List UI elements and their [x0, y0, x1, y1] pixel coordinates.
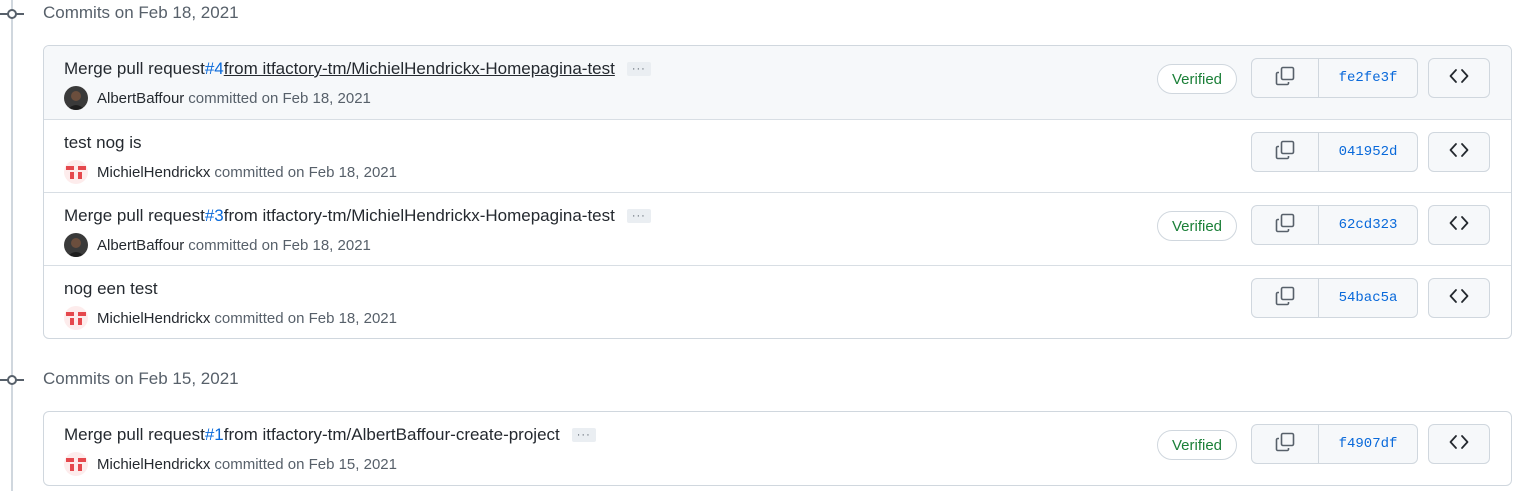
commit-author[interactable]: MichielHendrickx: [97, 456, 210, 473]
pull-request-link[interactable]: #3: [205, 206, 224, 226]
code-icon: [1449, 288, 1469, 309]
commit-group-title: Commits on Feb 15, 2021: [43, 369, 239, 388]
commit-group-title: Commits on Feb 18, 2021: [43, 3, 239, 22]
browse-repo-button[interactable]: [1428, 205, 1490, 245]
browse-repo-button[interactable]: [1428, 278, 1490, 318]
commit-title[interactable]: nog een test: [64, 279, 158, 299]
git-commit-icon: [0, 373, 24, 387]
commit-author[interactable]: AlbertBaffour: [97, 90, 184, 107]
copy-icon: [1275, 140, 1295, 165]
browse-repo-button[interactable]: [1428, 132, 1490, 172]
commit-author[interactable]: MichielHendrickx: [97, 164, 210, 181]
commit-title[interactable]: Merge pull request #1 from itfactory-tm/…: [64, 425, 596, 445]
commit-meta: AlbertBaffour committed on Feb 18, 2021: [64, 233, 371, 257]
copy-sha-button[interactable]: [1252, 133, 1319, 171]
verified-badge[interactable]: Verified: [1157, 64, 1237, 94]
ellipsis-icon[interactable]: ···: [626, 62, 651, 76]
commit-meta: MichielHendrickx committed on Feb 15, 20…: [64, 452, 397, 476]
code-icon: [1449, 215, 1469, 236]
commit-title[interactable]: Merge pull request #4 from itfactory-tm/…: [64, 59, 651, 79]
commit-title[interactable]: Merge pull request #3 from itfactory-tm/…: [64, 206, 651, 226]
commit-row: nog een test MichielHendrickx committed …: [44, 265, 1511, 338]
commit-meta: AlbertBaffour committed on Feb 18, 2021: [64, 86, 371, 110]
commit-date: committed on Feb 18, 2021: [188, 236, 371, 254]
copy-icon: [1275, 432, 1295, 457]
commit-sha-group: fe2fe3f: [1251, 58, 1418, 98]
avatar[interactable]: [64, 233, 88, 257]
commit-title-suffix[interactable]: from itfactory-tm/MichielHendrickx-Homep…: [224, 206, 615, 226]
commit-sha-group: 62cd323: [1251, 205, 1418, 245]
commit-title-prefix[interactable]: Merge pull request: [64, 59, 205, 79]
git-commit-icon: [0, 7, 24, 21]
commit-sha-link[interactable]: f4907df: [1319, 425, 1417, 463]
commit-timeline-line: [11, 0, 13, 491]
commit-sha-link[interactable]: fe2fe3f: [1319, 59, 1417, 97]
pull-request-link[interactable]: #1: [205, 425, 224, 445]
copy-sha-button[interactable]: [1252, 59, 1319, 97]
copy-icon: [1275, 286, 1295, 311]
copy-sha-button[interactable]: [1252, 425, 1319, 463]
commit-sha-link[interactable]: 041952d: [1319, 133, 1417, 171]
commit-title-prefix[interactable]: Merge pull request: [64, 425, 205, 445]
avatar[interactable]: [64, 452, 88, 476]
commit-title-suffix[interactable]: from itfactory-tm/AlbertBaffour-create-p…: [224, 425, 560, 445]
commit-date: committed on Feb 15, 2021: [214, 455, 397, 473]
code-icon: [1449, 142, 1469, 163]
commit-row: Merge pull request #4 from itfactory-tm/…: [44, 46, 1511, 119]
code-icon: [1449, 434, 1469, 455]
verified-badge[interactable]: Verified: [1157, 430, 1237, 460]
pull-request-link[interactable]: #4: [205, 59, 224, 79]
commit-date: committed on Feb 18, 2021: [214, 309, 397, 327]
commit-sha-link[interactable]: 54bac5a: [1319, 279, 1417, 317]
commit-meta: MichielHendrickx committed on Feb 18, 20…: [64, 306, 397, 330]
commit-date: committed on Feb 18, 2021: [214, 163, 397, 181]
commit-group-header: Commits on Feb 15, 2021: [0, 366, 600, 394]
commit-title-prefix[interactable]: nog een test: [64, 279, 158, 299]
browse-repo-button[interactable]: [1428, 424, 1490, 464]
commit-list: Merge pull request #4 from itfactory-tm/…: [43, 45, 1512, 339]
ellipsis-icon[interactable]: ···: [626, 209, 651, 223]
copy-sha-button[interactable]: [1252, 279, 1319, 317]
commit-row: test nog is MichielHendrickx committed o…: [44, 119, 1511, 192]
commit-sha-group: 041952d: [1251, 132, 1418, 172]
ellipsis-icon[interactable]: ···: [571, 428, 596, 442]
commit-title[interactable]: test nog is: [64, 133, 142, 153]
avatar[interactable]: [64, 160, 88, 184]
code-icon: [1449, 68, 1469, 89]
copy-sha-button[interactable]: [1252, 206, 1319, 244]
commit-group-header: Commits on Feb 18, 2021: [0, 0, 600, 28]
commit-list: Merge pull request #1 from itfactory-tm/…: [43, 411, 1512, 486]
commit-sha-link[interactable]: 62cd323: [1319, 206, 1417, 244]
verified-badge[interactable]: Verified: [1157, 211, 1237, 241]
commit-meta: MichielHendrickx committed on Feb 18, 20…: [64, 160, 397, 184]
commit-title-prefix[interactable]: Merge pull request: [64, 206, 205, 226]
copy-icon: [1275, 213, 1295, 238]
commit-author[interactable]: MichielHendrickx: [97, 310, 210, 327]
commit-row: Merge pull request #3 from itfactory-tm/…: [44, 192, 1511, 265]
commit-author[interactable]: AlbertBaffour: [97, 237, 184, 254]
commit-title-prefix[interactable]: test nog is: [64, 133, 142, 153]
avatar[interactable]: [64, 86, 88, 110]
commit-title-suffix[interactable]: from itfactory-tm/MichielHendrickx-Homep…: [224, 59, 615, 79]
browse-repo-button[interactable]: [1428, 58, 1490, 98]
commit-sha-group: 54bac5a: [1251, 278, 1418, 318]
commit-date: committed on Feb 18, 2021: [188, 89, 371, 107]
copy-icon: [1275, 66, 1295, 91]
commit-row: Merge pull request #1 from itfactory-tm/…: [44, 412, 1511, 485]
avatar[interactable]: [64, 306, 88, 330]
commit-sha-group: f4907df: [1251, 424, 1418, 464]
